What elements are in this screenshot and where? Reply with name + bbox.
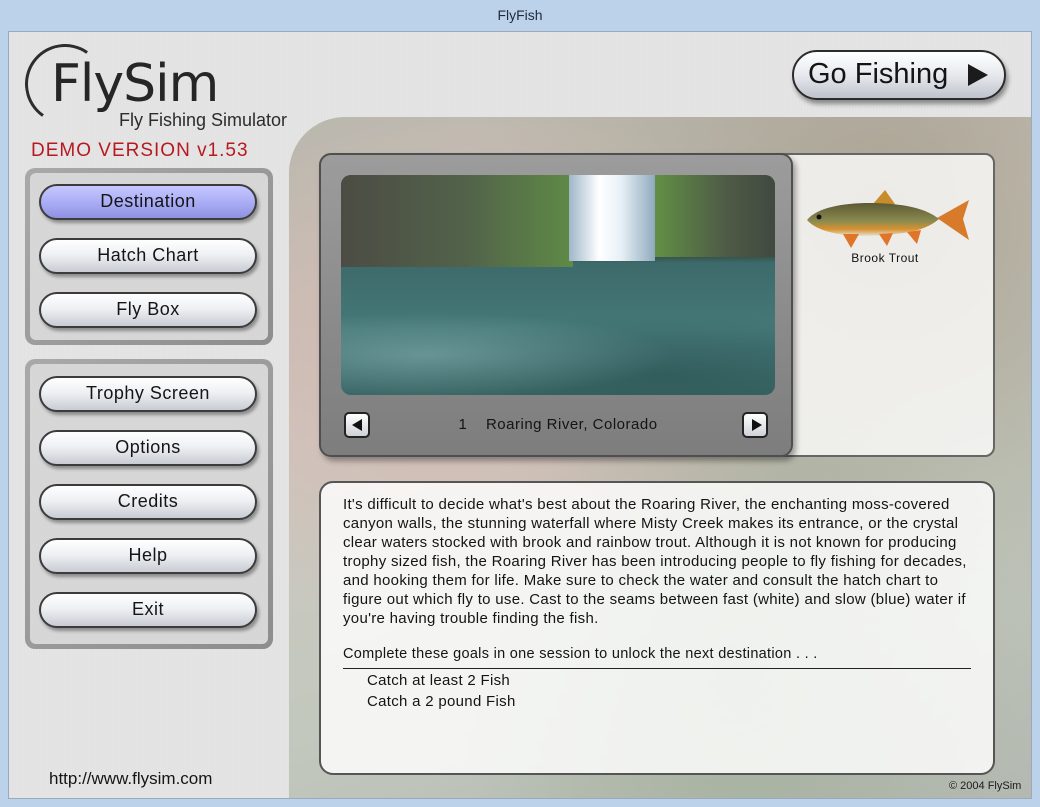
destination-number: 1	[458, 416, 468, 433]
goal-item: Catch a 2 pound Fish	[367, 693, 516, 710]
arrow-right-icon	[752, 419, 762, 431]
go-fishing-label: Go Fishing	[808, 58, 949, 90]
app-frame: FlySim Fly Fishing Simulator DEMO VERSIO…	[8, 31, 1032, 799]
version-label: DEMO VERSION v1.53	[31, 140, 249, 161]
options-button[interactable]: Options	[39, 430, 257, 466]
flysim-logo: FlySim Fly Fishing Simulator	[18, 37, 293, 140]
goals-title: Complete these goals in one session to u…	[343, 646, 971, 669]
next-destination-button[interactable]	[742, 412, 768, 438]
destination-label: 1 Roaring River, Colorado	[381, 416, 735, 433]
exit-button[interactable]: Exit	[39, 592, 257, 628]
arrow-left-icon	[352, 419, 362, 431]
hatch-chart-button[interactable]: Hatch Chart	[39, 238, 257, 274]
fish-name: Brook Trout	[851, 251, 919, 265]
logo-subtitle: Fly Fishing Simulator	[119, 110, 288, 130]
window-title: FlyFish	[497, 7, 543, 23]
brook-trout-icon	[807, 190, 969, 248]
copyright: © 2004 FlySim	[949, 780, 1022, 792]
credits-button[interactable]: Credits	[39, 484, 257, 520]
play-arrow-icon	[968, 64, 988, 86]
help-button[interactable]: Help	[39, 538, 257, 574]
destination-description-panel: It's difficult to decide what's best abo…	[319, 481, 995, 775]
logo-title: FlySim	[51, 54, 219, 114]
previous-destination-button[interactable]	[344, 412, 370, 438]
goal-item: Catch at least 2 Fish	[367, 672, 511, 689]
trophy-screen-button[interactable]: Trophy Screen	[39, 376, 257, 412]
destination-viewer: 1 Roaring River, Colorado	[319, 153, 793, 457]
fly-box-button[interactable]: Fly Box	[39, 292, 257, 328]
website-link[interactable]: http://www.flysim.com	[49, 769, 212, 789]
go-fishing-button[interactable]: Go Fishing	[792, 50, 1006, 100]
destination-button[interactable]: Destination	[39, 184, 257, 220]
destination-description: It's difficult to decide what's best abo…	[343, 496, 967, 627]
destination-preview-image	[341, 175, 775, 395]
destination-name: Roaring River, Colorado	[485, 416, 658, 433]
window-title-bar: FlyFish	[0, 0, 1040, 31]
